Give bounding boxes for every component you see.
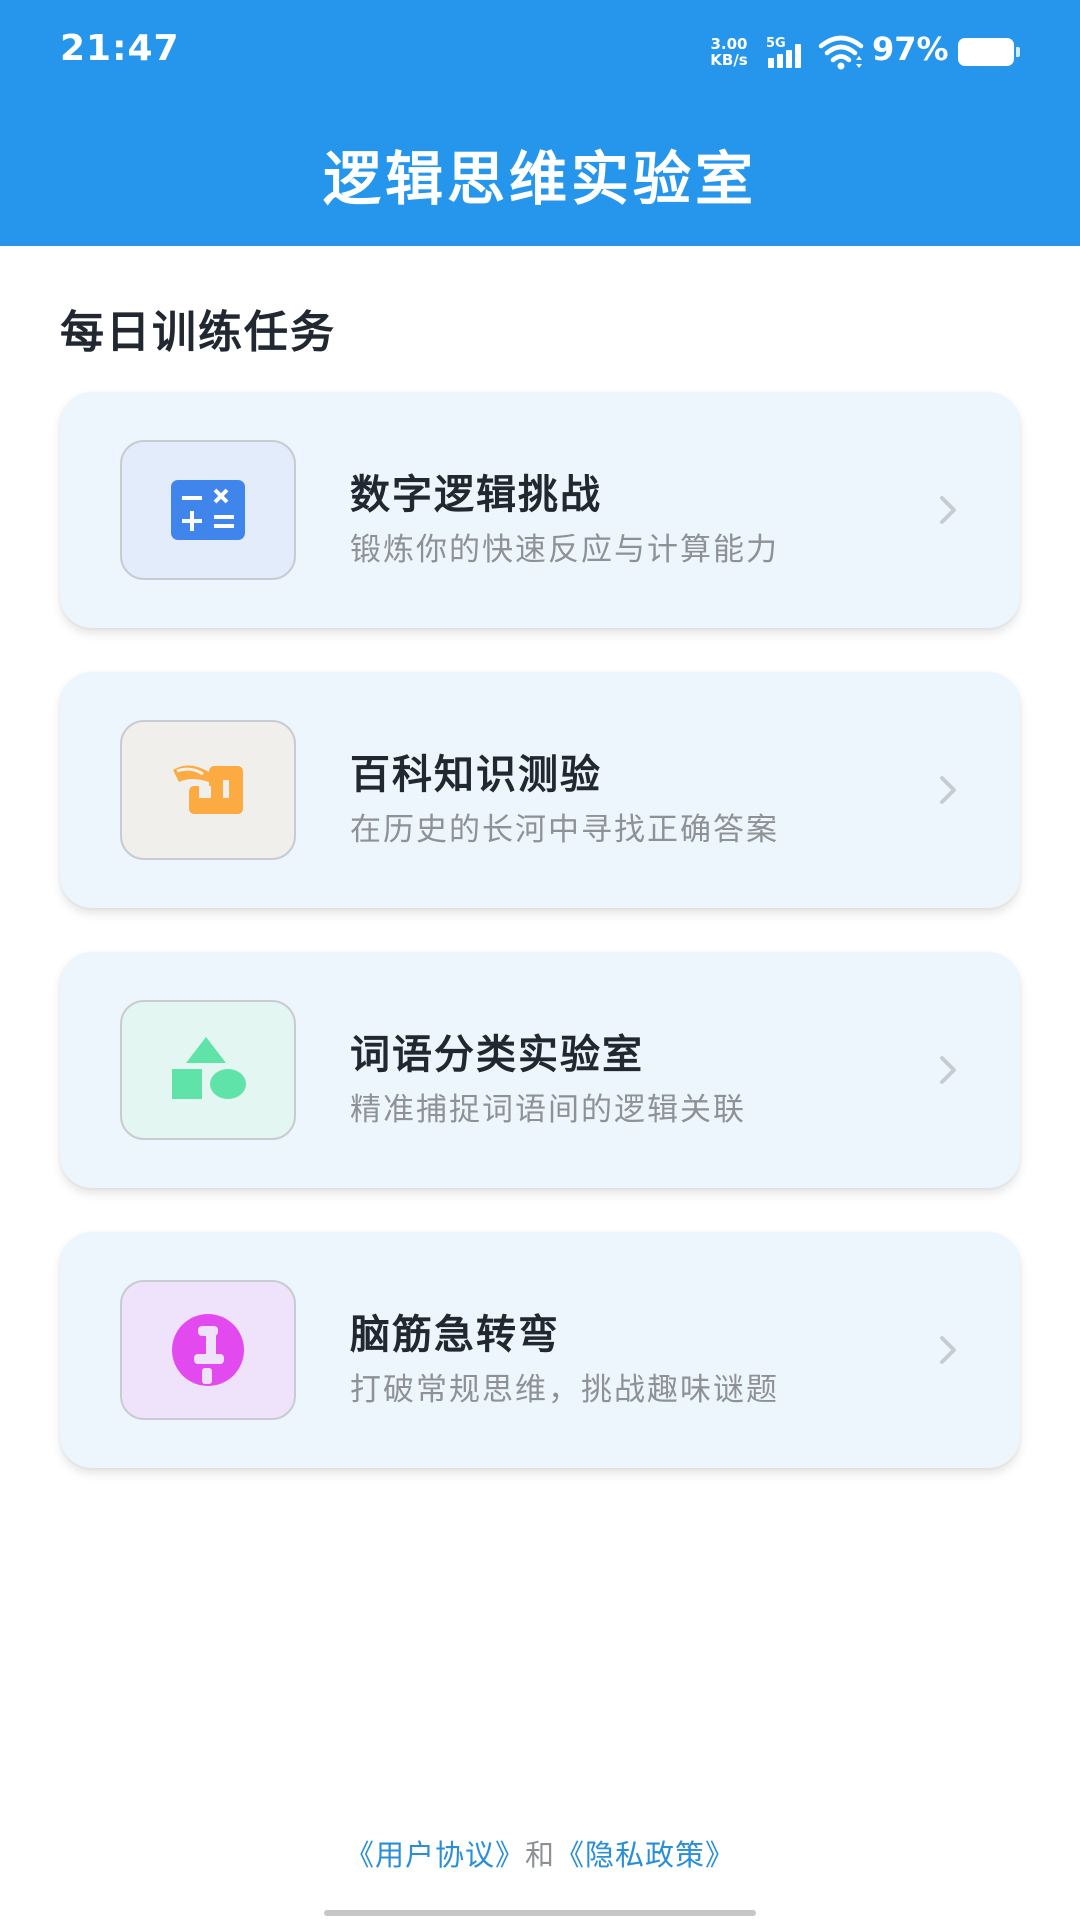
network-speed: 3.00 KB/s xyxy=(704,36,754,68)
calculator-icon xyxy=(171,480,245,540)
page-title: 逻辑思维实验室 xyxy=(322,145,757,213)
card-subtitle: 锻炼你的快速反应与计算能力 xyxy=(350,532,779,568)
status-time: 21:47 xyxy=(60,28,180,69)
chevron-right-icon xyxy=(940,1056,956,1084)
task-card-encyclopedia-quiz[interactable]: 百科知识测验 在历史的长河中寻找正确答案 xyxy=(60,672,1020,908)
network-type: 5G xyxy=(766,36,786,51)
scroll-icon xyxy=(173,765,243,814)
cell-signal-icon: 5G xyxy=(766,36,812,68)
card-title: 百科知识测验 xyxy=(350,752,602,798)
wifi-icon xyxy=(818,35,864,70)
shapes-icon xyxy=(172,1037,246,1099)
card-title: 数字逻辑挑战 xyxy=(350,472,602,518)
section-title: 每日训练任务 xyxy=(60,307,336,358)
legal-footer: 《用户协议》和《隐私政策》 xyxy=(0,1832,1080,1874)
card-title: 脑筋急转弯 xyxy=(350,1312,560,1358)
user-agreement-link[interactable]: 《用户协议》 xyxy=(345,1838,525,1872)
card-icon-box xyxy=(120,1000,296,1140)
network-speed-unit: KB/s xyxy=(710,51,748,69)
battery-icon xyxy=(958,38,1020,66)
puzzle-icon xyxy=(172,1314,244,1386)
card-title: 词语分类实验室 xyxy=(350,1032,644,1078)
battery-percent: 97% xyxy=(872,30,949,68)
card-icon-box xyxy=(120,440,296,580)
chevron-right-icon xyxy=(940,496,956,524)
status-bar: 21:47 3.00 KB/s 5G 97% xyxy=(0,0,1080,100)
app-header: 21:47 3.00 KB/s 5G 97% 逻辑思维实验室 xyxy=(0,0,1080,246)
privacy-policy-link[interactable]: 《隐私政策》 xyxy=(555,1838,735,1872)
card-subtitle: 精准捕捉词语间的逻辑关联 xyxy=(350,1092,746,1128)
task-card-number-logic[interactable]: 数字逻辑挑战 锻炼你的快速反应与计算能力 xyxy=(60,392,1020,628)
card-subtitle: 打破常规思维，挑战趣味谜题 xyxy=(350,1372,779,1408)
card-subtitle: 在历史的长河中寻找正确答案 xyxy=(350,812,779,848)
task-card-word-classification[interactable]: 词语分类实验室 精准捕捉词语间的逻辑关联 xyxy=(60,952,1020,1188)
network-speed-value: 3.00 xyxy=(710,35,748,53)
card-icon-box xyxy=(120,1280,296,1420)
home-indicator[interactable] xyxy=(324,1910,756,1916)
chevron-right-icon xyxy=(940,776,956,804)
card-icon-box xyxy=(120,720,296,860)
chevron-right-icon xyxy=(940,1336,956,1364)
task-card-brain-teaser[interactable]: 脑筋急转弯 打破常规思维，挑战趣味谜题 xyxy=(60,1232,1020,1468)
footer-and-text: 和 xyxy=(524,1838,555,1872)
